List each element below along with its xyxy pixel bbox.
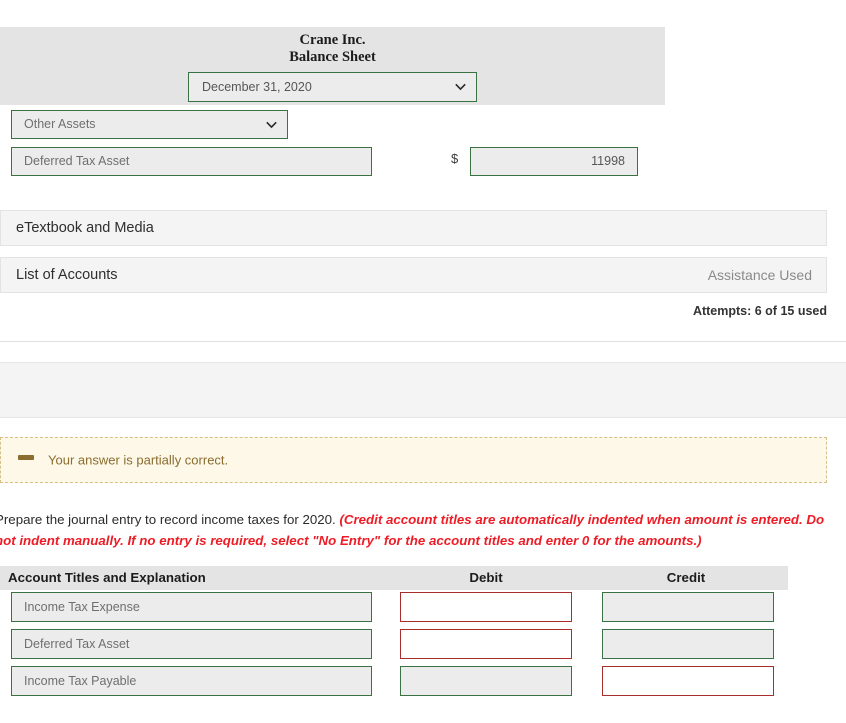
line-item-amount-input[interactable]: 11998	[470, 147, 638, 176]
journal-credit-input[interactable]	[602, 629, 774, 659]
table-row: Deferred Tax Asset	[0, 629, 788, 666]
chevron-down-icon	[455, 83, 466, 91]
assistance-used-label: Assistance Used	[707, 267, 812, 283]
journal-credit-input[interactable]	[602, 666, 774, 696]
column-header-account: Account Titles and Explanation	[8, 570, 206, 585]
journal-debit-input[interactable]	[400, 629, 572, 659]
list-of-accounts-label: List of Accounts	[16, 267, 118, 283]
partially-correct-alert: Your answer is partially correct.	[0, 437, 827, 483]
question-part-strip	[0, 362, 846, 418]
journal-debit-input[interactable]	[400, 592, 572, 622]
asset-section-select[interactable]: Other Assets	[11, 110, 288, 139]
question-prompt: Prepare the journal entry to record inco…	[0, 509, 833, 551]
journal-credit-input[interactable]	[602, 592, 774, 622]
company-name: Crane Inc.	[299, 32, 366, 48]
balance-sheet-title: Crane Inc. Balance Sheet	[0, 27, 665, 66]
section-divider	[0, 341, 846, 342]
currency-symbol: $	[451, 151, 459, 166]
alert-message: Your answer is partially correct.	[48, 452, 229, 468]
minus-icon	[18, 455, 34, 460]
journal-debit-input[interactable]	[400, 666, 572, 696]
chevron-down-icon	[266, 121, 277, 128]
attempts-counter: Attempts: 6 of 15 used	[692, 304, 827, 318]
etextbook-and-media-panel[interactable]: eTextbook and Media	[0, 210, 827, 246]
prompt-lead-text: Prepare the journal entry to record inco…	[0, 512, 340, 527]
line-item-account-input[interactable]: Deferred Tax Asset	[11, 147, 372, 176]
question-part-link[interactable]: )	[0, 380, 1, 397]
balance-sheet-date-select[interactable]: December 31, 2020	[188, 72, 477, 102]
journal-account-input[interactable]: Income Tax Payable	[11, 666, 372, 696]
list-of-accounts-panel[interactable]: List of Accounts Assistance Used	[0, 257, 827, 293]
journal-account-input[interactable]: Income Tax Expense	[11, 592, 372, 622]
balance-sheet-date-value: December 31, 2020	[202, 80, 312, 94]
column-header-debit: Debit	[469, 570, 503, 585]
asset-section-value: Other Assets	[24, 117, 96, 131]
journal-table-header: Account Titles and Explanation Debit Cre…	[0, 566, 788, 590]
column-header-credit: Credit	[666, 570, 706, 585]
journal-account-input[interactable]: Deferred Tax Asset	[11, 629, 372, 659]
etextbook-and-media-label: eTextbook and Media	[16, 220, 154, 236]
table-row: Income Tax Payable	[0, 666, 788, 703]
statement-name: Balance Sheet	[289, 49, 376, 65]
table-row: Income Tax Expense	[0, 592, 788, 629]
